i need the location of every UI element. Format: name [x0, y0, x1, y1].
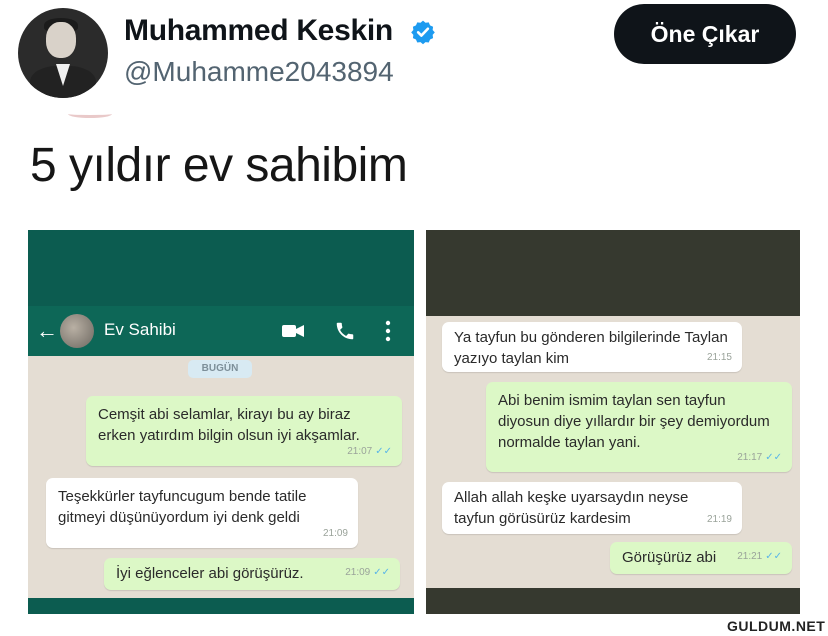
verified-badge-icon — [411, 20, 435, 45]
message-time: 21:21 — [737, 551, 763, 562]
chat-message: İyi eğlenceler abi görüşürüz. 21:09 ✓✓ — [104, 558, 400, 590]
decorative-stroke — [68, 110, 112, 118]
chat-message: Görüşürüz abi 21:21 ✓✓ — [610, 542, 792, 574]
read-ticks-icon: ✓✓ — [765, 551, 782, 562]
screenshot-bottom-bar — [28, 598, 414, 614]
video-call-icon — [282, 325, 304, 337]
contact-name: Ev Sahibi — [104, 320, 176, 339]
message-text: Abi benim ismim taylan sen tayfun diyosu… — [498, 392, 770, 451]
message-meta: 21:21 ✓✓ — [737, 546, 782, 567]
message-time: 21:07 — [347, 446, 373, 457]
contact-avatar — [60, 314, 94, 348]
read-ticks-icon: ✓✓ — [373, 567, 390, 578]
screenshot-top-bar — [426, 230, 800, 316]
message-meta: 21:15 — [707, 347, 732, 368]
message-meta: 21:07 ✓✓ — [347, 441, 392, 462]
date-chip: BUGÜN — [188, 360, 252, 378]
phone-call-icon — [336, 322, 354, 340]
screenshot-bottom-bar — [426, 588, 800, 614]
chat-message: Abi benim ismim taylan sen tayfun diyosu… — [486, 382, 792, 472]
message-time: 21:17 — [737, 452, 763, 463]
message-text: İyi eğlenceler abi görüşürüz. — [116, 565, 304, 582]
chat-message: Teşekkürler tayfuncugum bende tatile git… — [46, 478, 358, 548]
chat-header: ← Ev Sahibi — [28, 306, 414, 356]
message-text: Allah allah keşke uyarsaydın neyse tayfu… — [454, 489, 689, 527]
chat-message: Allah allah keşke uyarsaydın neyse tayfu… — [442, 482, 742, 534]
author-handle[interactable]: @Muhamme2043894 — [124, 56, 394, 88]
message-meta: 21:17 ✓✓ — [737, 447, 782, 468]
tweet-text: 5 yıldır ev sahibim — [30, 139, 408, 192]
message-time: 21:15 — [706, 352, 732, 363]
avatar-face — [46, 22, 76, 58]
left-chat-screenshot[interactable]: ← Ev Sahibi BUGÜN Cemşit abi selamlar, k… — [28, 230, 414, 614]
chat-message: Cemşit abi selamlar, kirayı bu ay biraz … — [86, 396, 402, 466]
highlight-button[interactable]: Öne Çıkar — [614, 4, 796, 64]
message-text: Cemşit abi selamlar, kirayı bu ay biraz … — [98, 406, 360, 444]
phone-status-bar — [28, 230, 414, 306]
message-text: Ya tayfun bu gönderen bilgilerinde Tayla… — [454, 329, 728, 367]
message-time: 21:09 — [345, 567, 371, 578]
author-name[interactable]: Muhammed Keskin — [124, 14, 393, 48]
message-time: 21:09 — [322, 528, 348, 539]
message-meta: 21:09 ✓✓ — [345, 562, 390, 583]
read-ticks-icon: ✓✓ — [765, 452, 782, 463]
read-ticks-icon: ✓✓ — [375, 446, 392, 457]
message-text: Teşekkürler tayfuncugum bende tatile git… — [58, 488, 307, 526]
message-time: 21:19 — [706, 514, 732, 525]
site-watermark: GULDUM.NET — [727, 618, 826, 634]
message-meta: 21:19 — [707, 509, 732, 530]
menu-dots-icon — [385, 320, 391, 342]
message-text: Görüşürüz abi — [622, 549, 717, 566]
right-chat-screenshot[interactable]: Ya tayfun bu gönderen bilgilerinde Tayla… — [426, 230, 800, 614]
chat-message: Ya tayfun bu gönderen bilgilerinde Tayla… — [442, 322, 742, 372]
author-avatar[interactable] — [18, 8, 108, 98]
back-arrow-icon: ← — [36, 318, 58, 343]
message-meta: 21:09 — [323, 523, 348, 544]
